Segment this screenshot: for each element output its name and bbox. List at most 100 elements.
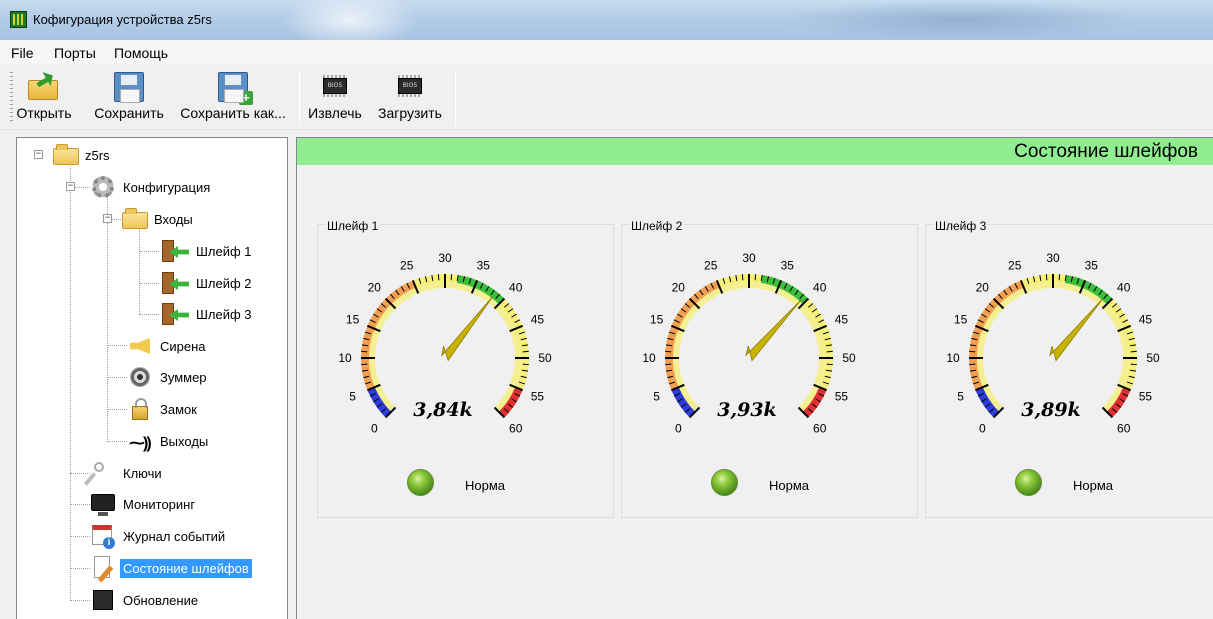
tree-line	[70, 473, 90, 474]
load-button-label: Загрузить	[378, 105, 442, 121]
signal-output-icon: ⁓))	[129, 435, 152, 452]
tree-item-label: Мониторинг	[123, 496, 196, 512]
tree-item-label: Шлейф 2	[196, 275, 252, 291]
key-icon	[90, 460, 116, 486]
expand-toggle-inputs[interactable]: −	[103, 214, 112, 223]
tree-line	[139, 314, 159, 315]
expand-toggle-root[interactable]: −	[34, 150, 43, 159]
speaker-icon	[127, 364, 153, 390]
tick-label: 10	[642, 351, 656, 365]
menu-file[interactable]: File	[11, 45, 34, 61]
app-icon	[10, 11, 27, 28]
gauge-inner-band	[369, 282, 521, 412]
tick-label: 5	[349, 389, 356, 403]
gauge-card-2: Шлейф 2 0 5 10 15 20 25 30 35 40 45 50 55 60 3,93k Норм…	[621, 219, 918, 518]
tree-item-buzzer[interactable]: Зуммер	[127, 364, 210, 390]
tree-line	[70, 568, 90, 569]
gauge-dial: 0 5 10 15 20 25 30 35 40 45 50 55 60 3,89k	[946, 251, 1160, 436]
tick-label: 35	[1085, 259, 1099, 273]
splitter[interactable]	[288, 137, 296, 619]
gear-icon	[90, 174, 116, 200]
status-led-icon	[407, 469, 434, 496]
tree-item-label: Замок	[160, 401, 197, 417]
tree-item-outputs[interactable]: ⁓)) Выходы	[127, 428, 211, 454]
open-button[interactable]: Открыть	[4, 70, 84, 126]
save-as-button-label: Сохранить как...	[180, 105, 286, 121]
tick-label: 15	[954, 313, 968, 327]
menu-ports[interactable]: Порты	[54, 45, 96, 61]
tick-label: 40	[1117, 280, 1131, 294]
tick-label: 55	[1139, 389, 1153, 403]
extract-button[interactable]: BIOS Извлечь	[303, 70, 367, 126]
tree-item-loop-3[interactable]: Шлейф 3	[159, 301, 255, 327]
expand-toggle-config[interactable]: −	[66, 182, 75, 191]
bios-chip-icon: BIOS	[323, 75, 347, 97]
gauge-value: 3,93k	[717, 399, 776, 421]
toolbar-separator	[455, 70, 456, 126]
tree-item-label: Конфигурация	[123, 179, 211, 195]
toolbar-separator	[299, 70, 300, 126]
save-button[interactable]: Сохранить	[87, 70, 171, 126]
tree-item-label: Ключи	[123, 465, 162, 481]
tree-item-update[interactable]: Обновление	[90, 587, 201, 613]
window-title: Кофигурация устройства z5rs	[33, 12, 212, 27]
title-bar-glow-right	[780, 0, 1140, 40]
tree-item-event-log[interactable]: Журнал событий	[90, 523, 228, 549]
tick-label: 35	[781, 259, 795, 273]
status-text: Норма	[769, 478, 810, 493]
lock-icon	[127, 396, 153, 422]
tree-item-inputs[interactable]: Входы	[121, 206, 196, 232]
main-panel: Состояние шлейфов Шлейф 1 0 5 10 15 20 25 30 35 4…	[296, 137, 1213, 619]
tick-label: 0	[371, 422, 378, 436]
tree-item-monitoring[interactable]: Мониторинг	[90, 491, 198, 517]
menu-help[interactable]: Помощь	[114, 45, 168, 61]
tick-label: 20	[368, 280, 382, 294]
tree-item-label: Сирена	[160, 338, 206, 354]
tick-label: 60	[509, 422, 523, 436]
tree-item-siren[interactable]: Сирена	[127, 333, 209, 359]
tree-item-label: Обновление	[123, 592, 199, 608]
tree-line	[70, 504, 90, 505]
tick-label: 15	[346, 313, 360, 327]
tick-label: 0	[979, 422, 986, 436]
tree-item-label: Шлейф 3	[196, 306, 252, 322]
page-title: Состояние шлейфов	[1014, 141, 1198, 162]
tree-line	[70, 600, 90, 601]
tick-label: 45	[835, 313, 849, 327]
tree-item-loop-2[interactable]: Шлейф 2	[159, 270, 255, 296]
tree-item-root[interactable]: z5rs	[52, 142, 113, 168]
floppy-icon	[114, 72, 144, 103]
tick-label: 25	[400, 259, 414, 273]
bios-chip-icon: BIOS	[398, 75, 422, 97]
tick-label: 5	[653, 389, 660, 403]
tick-label: 40	[813, 280, 827, 294]
tree-item-loop-status[interactable]: Состояние шлейфов	[90, 555, 252, 581]
extract-button-label: Извлечь	[308, 105, 362, 121]
load-button[interactable]: BIOS Загрузить	[372, 70, 448, 126]
tree-item-lock[interactable]: Замок	[127, 396, 200, 422]
tick-label: 30	[438, 251, 452, 265]
tree-item-loop-1[interactable]: Шлейф 1	[159, 238, 255, 264]
open-folder-icon	[28, 72, 60, 100]
gauge-dial: 0 5 10 15 20 25 30 35 40 45 50 55 60 3,93k	[642, 251, 856, 436]
folder-open-icon	[121, 206, 148, 232]
gauge-card-1: Шлейф 1 0 5 10 15 20 25 30 35 40 45 50 55 60 3,84k Норм…	[317, 219, 614, 518]
document-edit-icon	[90, 555, 116, 581]
tree-line	[139, 283, 159, 284]
tree-line	[107, 345, 127, 346]
status-led-icon	[711, 469, 738, 496]
panel-header: Состояние шлейфов	[297, 138, 1213, 165]
tick-label: 30	[742, 251, 756, 265]
door-arrow-icon	[159, 270, 185, 296]
calendar-info-icon	[90, 523, 116, 549]
tree-item-keys[interactable]: Ключи	[90, 460, 165, 486]
floppy-plus-icon: +	[218, 72, 253, 105]
navigation-tree[interactable]: − − − z5rs Конфигурация Входы Шлейф 1 Шл…	[16, 137, 288, 619]
tick-label: 0	[675, 422, 682, 436]
save-as-button[interactable]: + Сохранить как...	[177, 70, 289, 126]
tree-line	[139, 224, 140, 314]
tick-label: 15	[650, 313, 664, 327]
tree-item-config[interactable]: Конфигурация	[90, 174, 213, 200]
monitor-icon	[90, 491, 116, 517]
open-button-label: Открыть	[16, 105, 72, 121]
